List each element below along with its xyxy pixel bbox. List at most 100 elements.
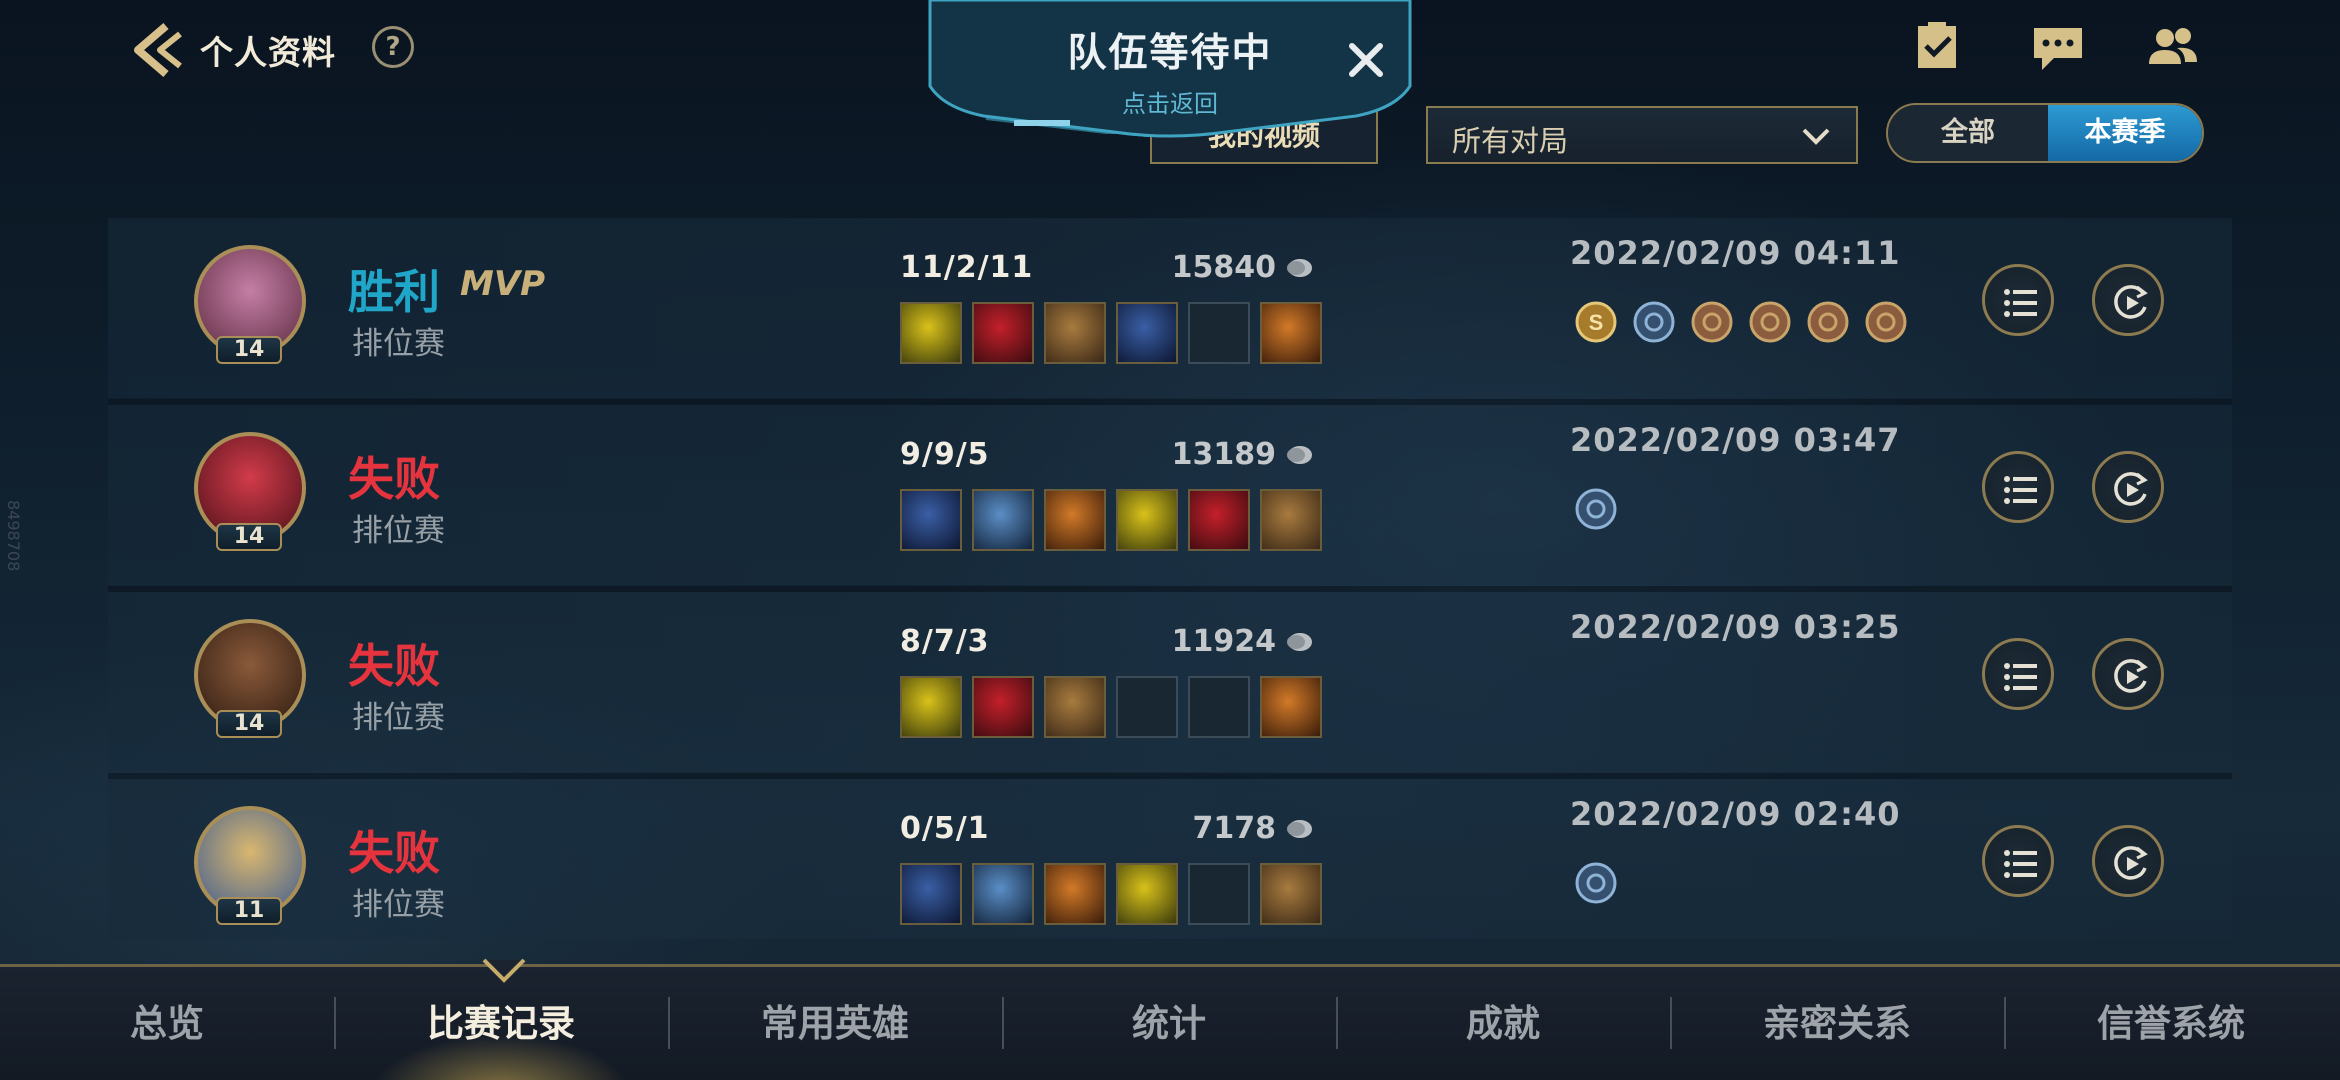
- crimson-blade-icon[interactable]: [972, 302, 1034, 364]
- frost-gauntlet-icon[interactable]: [972, 863, 1034, 925]
- kda-text: 0/5/1: [900, 811, 990, 846]
- winged-staff-icon[interactable]: [1044, 676, 1106, 738]
- queue-subtitle-overlay: 点击返回: [1122, 90, 1218, 118]
- queue-title-overlay: 队伍等待中: [1067, 31, 1273, 76]
- match-replay-button[interactable]: [2092, 264, 2164, 336]
- flame-badge-icon[interactable]: [1574, 861, 1618, 905]
- nav-tab-relationships[interactable]: 亲密关系: [1670, 967, 2004, 1080]
- nav-tab-statistics[interactable]: 统计: [1002, 967, 1336, 1080]
- dark-blade-icon[interactable]: [900, 676, 962, 738]
- watermark: 8498708: [4, 500, 23, 572]
- match-details-button[interactable]: [1982, 451, 2054, 523]
- match-date: 2022/02/09 03:25: [1570, 608, 1901, 646]
- match-mode: 排位赛: [352, 700, 445, 736]
- nav-divider: [2004, 997, 2006, 1049]
- item-slot-empty[interactable]: [1188, 302, 1250, 364]
- nav-divider: [1670, 997, 1672, 1049]
- nav-divider: [1336, 997, 1338, 1049]
- list-icon: [2004, 850, 2037, 878]
- gold-scythe-icon[interactable]: [1188, 489, 1250, 551]
- void-hat-icon[interactable]: [972, 489, 1034, 551]
- hero-level-badge: 14: [216, 523, 282, 551]
- match-date: 2022/02/09 04:11: [1570, 234, 1901, 272]
- help-button[interactable]: ?: [372, 26, 414, 68]
- rune-orb-icon[interactable]: [900, 489, 962, 551]
- match-date: 2022/02/09 03:47: [1570, 421, 1901, 459]
- match-result: 失败: [348, 639, 440, 693]
- item-slot-empty[interactable]: [1188, 676, 1250, 738]
- match-mode: 排位赛: [352, 887, 445, 923]
- toggle-all[interactable]: 全部: [1888, 105, 2048, 161]
- teal-dagger-icon[interactable]: [1116, 863, 1178, 925]
- match-replay-button[interactable]: [2092, 825, 2164, 897]
- kda-text: 11/2/11: [900, 250, 1034, 285]
- item-slot-empty[interactable]: [1188, 863, 1250, 925]
- match-date: 2022/02/09 02:40: [1570, 795, 1901, 833]
- chat-bubble-icon: [2034, 28, 2082, 70]
- hero-level-badge: 14: [216, 710, 282, 738]
- friends-button[interactable]: [2145, 22, 2201, 74]
- twin-daggers-icon[interactable]: [1044, 863, 1106, 925]
- queue-close-overlay[interactable]: [1346, 40, 1386, 80]
- nav-tab-favorite-heroes[interactable]: 常用英雄: [668, 967, 1002, 1080]
- match-details-button[interactable]: [1982, 264, 2054, 336]
- kda-text: 8/7/3: [900, 624, 990, 659]
- flower-badge-icon[interactable]: [1690, 300, 1734, 344]
- nav-tab-honor-system[interactable]: 信誉系统: [2004, 967, 2338, 1080]
- page-title: 个人资料: [200, 33, 336, 72]
- match-filter-select[interactable]: 所有对局: [1426, 106, 1858, 164]
- match-replay-button[interactable]: [2092, 451, 2164, 523]
- nav-tab-overview[interactable]: 总览: [0, 967, 334, 1080]
- season-toggle: 全部 本赛季: [1886, 103, 2204, 163]
- match-result: 胜利: [348, 265, 440, 319]
- replay-icon: [2114, 659, 2148, 693]
- friends-icon: [2149, 28, 2197, 64]
- match-replay-button[interactable]: [2092, 638, 2164, 710]
- match-details-button[interactable]: [1982, 638, 2054, 710]
- back-button[interactable]: [128, 20, 184, 80]
- ring-badge-icon[interactable]: [1748, 300, 1792, 344]
- replay-icon: [2114, 285, 2148, 319]
- back-arrow-icon: [134, 22, 182, 78]
- clipboard-check-icon: [1918, 22, 1956, 68]
- nav-divider: [1002, 997, 1004, 1049]
- leather-boots-icon[interactable]: [1260, 863, 1322, 925]
- s-rank-badge-icon[interactable]: S: [1574, 300, 1618, 344]
- nav-tab-achievements[interactable]: 成就: [1336, 967, 1670, 1080]
- chevron-down-icon: [1802, 128, 1830, 145]
- ice-spear-icon[interactable]: [900, 863, 962, 925]
- match-mode: 排位赛: [352, 326, 445, 362]
- toggle-current-season[interactable]: 本赛季: [2048, 105, 2202, 161]
- fire-orb-icon[interactable]: [972, 676, 1034, 738]
- match-filter-value: 所有对局: [1452, 124, 1569, 158]
- spellbook-icon[interactable]: [1116, 489, 1178, 551]
- hero-level-badge: 11: [216, 897, 282, 925]
- shield-badge-icon[interactable]: [1574, 487, 1618, 531]
- drop-badge-icon[interactable]: [1864, 300, 1908, 344]
- list-icon: [2004, 289, 2037, 317]
- blue-ward-totem-icon[interactable]: [1260, 302, 1322, 364]
- close-icon: [1349, 43, 1383, 77]
- gold-coin-icon: [1287, 633, 1312, 651]
- match-details-button[interactable]: [1982, 825, 2054, 897]
- hero-level-badge: 14: [216, 336, 282, 364]
- replay-icon: [2114, 846, 2148, 880]
- chat-button[interactable]: [2030, 22, 2086, 74]
- kda-text: 9/9/5: [900, 437, 990, 472]
- fire-totem-icon[interactable]: [1260, 489, 1322, 551]
- nav-divider: [668, 997, 670, 1049]
- list-icon: [2004, 476, 2037, 504]
- golden-totem-icon[interactable]: [1260, 676, 1322, 738]
- golden-gauntlet-icon[interactable]: [1044, 302, 1106, 364]
- item-slot-empty[interactable]: [1116, 676, 1178, 738]
- gold-earned: 7178: [1192, 811, 1277, 846]
- swirl-badge-icon[interactable]: [1806, 300, 1850, 344]
- purple-staff-icon[interactable]: [1044, 489, 1106, 551]
- svg-text:S: S: [1589, 310, 1604, 335]
- bottom-nav: 总览 比赛记录 常用英雄 统计 成就 亲密关系 信誉系统: [0, 964, 2340, 1080]
- gold-earned: 15840: [1171, 250, 1276, 285]
- sword-icon[interactable]: [900, 302, 962, 364]
- sword-cross-badge-icon[interactable]: [1632, 300, 1676, 344]
- tasks-button[interactable]: [1910, 22, 1966, 74]
- arcane-blade-icon[interactable]: [1116, 302, 1178, 364]
